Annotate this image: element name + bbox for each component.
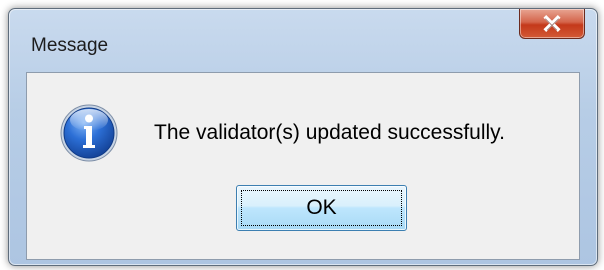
dialog-title: Message [31,35,109,56]
close-icon [543,14,561,33]
close-button[interactable] [519,9,585,39]
message-text: The validator(s) updated successfully. [154,121,505,144]
title-bar[interactable]: Message [9,9,597,73]
ok-button-label: OK [306,196,337,219]
information-icon [60,104,118,162]
ok-button[interactable]: OK [236,185,407,231]
dialog-content: The validator(s) updated successfully. O… [26,72,580,260]
message-dialog: Message The validator(s) updated success… [8,8,598,266]
